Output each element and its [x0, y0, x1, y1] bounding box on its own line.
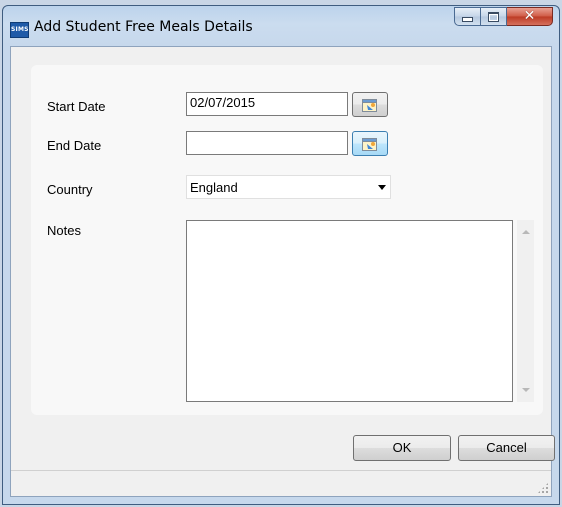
- chevron-down-icon[interactable]: [378, 185, 386, 190]
- calendar-icon: [361, 136, 379, 152]
- window-controls: ✕: [454, 7, 553, 27]
- country-select[interactable]: England: [186, 175, 391, 199]
- end-date-label: End Date: [47, 138, 102, 153]
- close-button[interactable]: ✕: [507, 7, 553, 26]
- status-bar: [11, 470, 551, 496]
- end-date-input[interactable]: [186, 131, 348, 155]
- start-date-calendar-button[interactable]: [352, 92, 388, 117]
- cancel-button[interactable]: Cancel: [458, 435, 555, 461]
- start-date-input[interactable]: 02/07/2015: [186, 92, 348, 116]
- country-select-value: England: [190, 180, 238, 195]
- maximize-icon: [488, 11, 499, 22]
- window-title: Add Student Free Meals Details: [34, 19, 253, 35]
- start-date-label: Start Date: [47, 99, 106, 114]
- end-date-calendar-button[interactable]: [352, 131, 388, 156]
- minimize-icon: [462, 17, 473, 22]
- minimize-button[interactable]: [454, 7, 481, 26]
- dialog-client-area: Start Date 02/07/2015 End Date Country E…: [10, 46, 555, 497]
- dialog-window: SIMS Add Student Free Meals Details ✕ St…: [2, 5, 560, 505]
- notes-label: Notes: [47, 223, 81, 238]
- notes-textarea[interactable]: [186, 220, 513, 402]
- scroll-up-icon[interactable]: [522, 230, 530, 234]
- form-panel: Start Date 02/07/2015 End Date Country E…: [31, 65, 543, 415]
- notes-scrollbar[interactable]: [517, 220, 534, 402]
- resize-grip-icon[interactable]: [537, 482, 549, 494]
- maximize-button[interactable]: [481, 7, 507, 26]
- scroll-down-icon[interactable]: [522, 388, 530, 392]
- sims-app-icon: SIMS: [10, 22, 29, 38]
- close-icon: ✕: [523, 8, 536, 24]
- ok-button[interactable]: OK: [353, 435, 451, 461]
- country-label: Country: [47, 182, 93, 197]
- calendar-icon: [361, 97, 379, 113]
